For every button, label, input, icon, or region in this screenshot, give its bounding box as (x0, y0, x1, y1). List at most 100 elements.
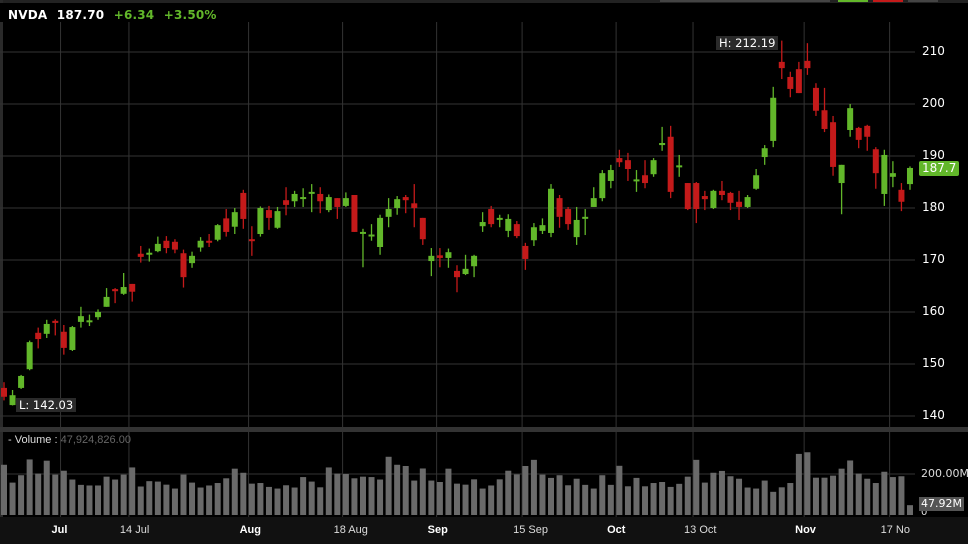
volume-bar (368, 477, 375, 515)
candle-down (701, 196, 708, 200)
candle-down (795, 69, 802, 94)
x-tick-label: Jul (51, 524, 68, 536)
volume-bar (462, 484, 469, 515)
volume-bar (95, 485, 102, 515)
price-chart[interactable] (0, 0, 968, 544)
volume-bar (154, 481, 161, 515)
price-change-pct: +3.50% (163, 8, 217, 22)
candle-up (9, 395, 16, 406)
candle-up (590, 198, 597, 207)
volume-bar (778, 487, 785, 515)
volume-bar (291, 487, 298, 515)
candle-down (513, 224, 520, 237)
candle-down (453, 270, 460, 278)
candle-down (206, 240, 213, 243)
candle-up (120, 287, 127, 294)
volume-bar (624, 486, 631, 515)
candle-up (548, 188, 555, 233)
volume-bar (787, 483, 794, 515)
candle-down (52, 320, 59, 323)
volume-axis-label: 200.00M (921, 467, 968, 480)
volume-bar (539, 474, 546, 515)
volume-bar (60, 470, 67, 515)
x-tick-label: 15 Sep (513, 524, 548, 536)
volume-bar (744, 487, 751, 515)
volume-bar (385, 456, 392, 515)
candle-down (60, 331, 67, 348)
x-tick-label: Nov (795, 524, 816, 536)
volume-bar (906, 505, 913, 515)
volume-bar (830, 475, 837, 515)
volume-bar (334, 473, 341, 515)
volume-bar (795, 453, 802, 515)
candle-up (86, 320, 93, 323)
candle-up (342, 198, 349, 206)
candle-up (385, 209, 392, 217)
candle-up (300, 197, 307, 200)
candle-down (718, 190, 725, 195)
candle-up (539, 225, 546, 231)
volume-bar (112, 479, 119, 515)
candle-up (26, 342, 33, 370)
candle-down (317, 193, 324, 202)
candle-up (197, 240, 204, 248)
volume-bar (163, 484, 170, 515)
left-edge (0, 0, 3, 544)
volume-bar (659, 481, 666, 515)
candle-down (684, 183, 691, 210)
candle-up (753, 175, 760, 189)
volume-bar (667, 486, 674, 515)
volume-bar (129, 467, 136, 515)
volume-bar (812, 477, 819, 515)
volume-bar (693, 459, 700, 515)
price-tick-label: 180 (922, 200, 945, 214)
low-label: L: 142.03 (16, 398, 77, 412)
candle-up (505, 218, 512, 231)
volume-bar (445, 468, 452, 515)
volume-bar (69, 479, 76, 515)
volume-bar (359, 476, 366, 515)
candle-down (419, 217, 426, 240)
candle-up (906, 167, 913, 185)
volume-bar (898, 476, 905, 515)
candle-up (582, 216, 589, 219)
ticker-symbol: NVDA (8, 8, 48, 22)
candle-up (496, 217, 503, 220)
price-tick-label: 200 (922, 96, 945, 110)
volume-bar (189, 482, 196, 515)
volume-bar (488, 485, 495, 515)
candle-down (864, 125, 871, 137)
volume-label[interactable]: - Volume : (8, 434, 58, 446)
volume-bar (736, 478, 743, 515)
candle-up (744, 197, 751, 207)
volume-bar (240, 472, 247, 515)
candle-up (231, 212, 238, 227)
candle-up (607, 170, 614, 181)
volume-bar (214, 483, 221, 515)
candle-up (471, 255, 478, 267)
volume-bar (642, 486, 649, 515)
candle-up (479, 222, 486, 227)
candle-down (565, 209, 572, 225)
volume-bar (1, 464, 7, 515)
candle-up (599, 173, 606, 199)
volume-bar (761, 480, 768, 515)
candle-down (112, 289, 119, 292)
candle-up (69, 327, 76, 350)
candle-down (488, 209, 495, 225)
volume-bar (436, 481, 443, 515)
candle-down (556, 198, 563, 217)
candle-down (265, 210, 272, 218)
volume-bar (513, 474, 520, 515)
x-tick-label: Oct (607, 524, 626, 536)
candle-up (659, 143, 666, 146)
volume-bar (171, 488, 178, 515)
volume-bar (35, 473, 42, 515)
candle-down (351, 195, 358, 232)
last-price: 187.70 (56, 8, 105, 22)
candle-up (650, 160, 657, 175)
candle-up (257, 208, 264, 234)
volume-bar (9, 482, 16, 515)
volume-bar (411, 480, 418, 515)
price-tick-label: 210 (922, 44, 945, 58)
